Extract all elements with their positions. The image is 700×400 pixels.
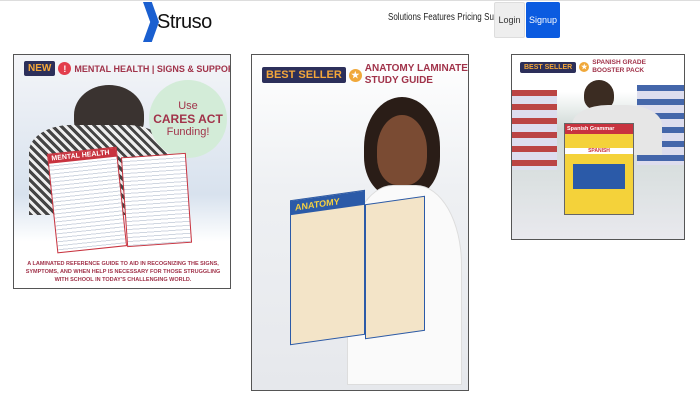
best-seller-badge: BEST SELLER	[520, 61, 577, 73]
cares-act-promo: Use CARES ACT Funding!	[149, 80, 227, 158]
star-icon: ★	[348, 68, 362, 82]
guide-title: ANATOMY	[291, 190, 364, 216]
title-line: SPANISH GRADE	[592, 59, 646, 66]
logo-text: Struso	[157, 10, 212, 33]
product-header: BEST SELLER ★ ANATOMY LAMINATED STUDY GU…	[262, 63, 469, 87]
nav-solutions[interactable]: Solutions	[388, 12, 421, 23]
product-title: ANATOMY LAMINATED STUDY GUIDE	[364, 63, 469, 87]
nav-features[interactable]: Features	[423, 12, 455, 23]
login-button[interactable]: Login	[494, 2, 525, 38]
logo-chevron-icon	[143, 2, 159, 42]
product-card-mental-health[interactable]: NEW ! MENTAL HEALTH | SIGNS & SUPPORT Us…	[13, 54, 231, 289]
alert-icon: !	[58, 62, 72, 75]
promo-line: CARES ACT	[153, 111, 223, 126]
anatomy-guide-page	[365, 195, 425, 340]
bookshelf-image	[512, 90, 557, 170]
product-card-spanish[interactable]: BEST SELLER ★ SPANISH GRADE BOOSTER PACK…	[511, 54, 685, 240]
signup-button[interactable]: Signup	[526, 2, 560, 38]
title-line: STUDY GUIDE	[364, 75, 433, 86]
best-seller-badge: BEST SELLER	[262, 67, 346, 83]
product-header: BEST SELLER ★ SPANISH GRADE BOOSTER PACK	[520, 59, 646, 75]
booster-pack-label	[573, 164, 625, 189]
product-description: A LAMINATED REFERENCE GUIDE TO AID IN RE…	[25, 261, 221, 283]
anatomy-guide-image: ANATOMY	[290, 189, 365, 346]
promo-line: Use	[178, 99, 198, 112]
star-icon: ★	[579, 62, 590, 72]
promo-line: Funding!	[166, 125, 210, 138]
doctor-face-image	[377, 115, 427, 185]
top-border	[0, 0, 700, 1]
product-header: NEW ! MENTAL HEALTH | SIGNS & SUPPORT	[24, 61, 231, 76]
spanish-guide-image: Spanish Grammar SPANISH	[564, 123, 634, 215]
nav-pricing[interactable]: Pricing	[457, 12, 481, 23]
laminated-guide-image: MENTAL HEALTH	[46, 146, 128, 254]
new-badge: NEW	[24, 61, 56, 76]
logo[interactable]: Struso	[143, 2, 212, 42]
guide-subtitle: SPANISH	[565, 148, 633, 154]
title-line: BOOSTER PACK	[592, 67, 645, 74]
title-line: ANATOMY LAMINATED	[364, 63, 469, 74]
product-card-anatomy[interactable]: BEST SELLER ★ ANATOMY LAMINATED STUDY GU…	[251, 54, 469, 391]
product-title: MENTAL HEALTH | SIGNS & SUPPORT	[74, 63, 231, 74]
laminated-guide-page	[120, 152, 193, 248]
guide-title: Spanish Grammar	[565, 124, 633, 134]
product-title: SPANISH GRADE BOOSTER PACK	[592, 59, 646, 75]
